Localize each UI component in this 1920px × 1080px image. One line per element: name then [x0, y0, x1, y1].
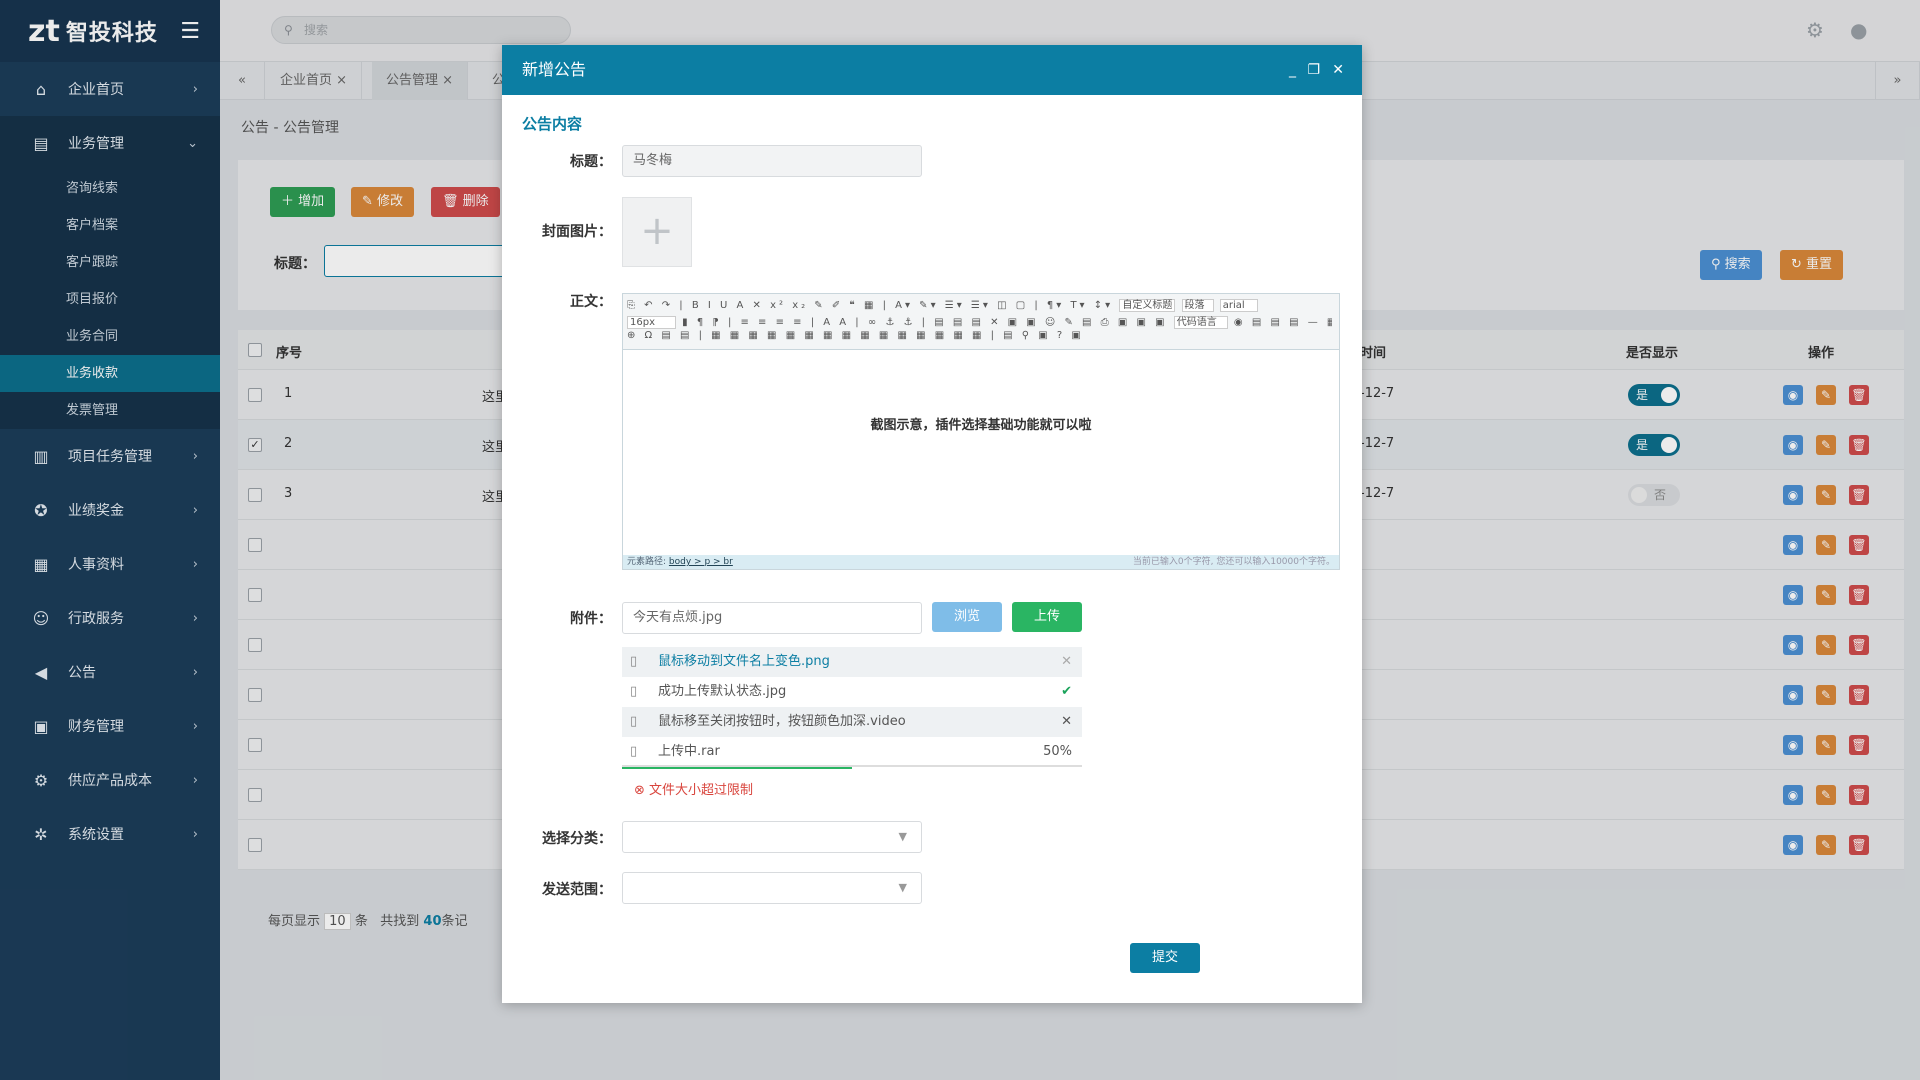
close-icon[interactable]: ✕	[1061, 707, 1072, 737]
upload-button[interactable]: 上传	[1012, 602, 1082, 632]
font-size-select[interactable]: 16px	[627, 316, 676, 329]
editor-toolbar-row[interactable]: ⎘ ↶ ↷ | B I U A ✕ x² x₂ ✎ ✐ ❝ ▦ | A▾ ✎▾ …	[627, 296, 1332, 312]
rich-text-editor[interactable]: ⎘ ↶ ↷ | B I U A ✕ x² x₂ ✎ ✐ ❝ ▦ | A▾ ✎▾ …	[622, 293, 1340, 570]
caret-down-icon: ▼	[898, 830, 907, 843]
editor-toolbar-row[interactable]: ⊕ Ω ▤ ▤ | ▦ ▦ ▦ ▦ ▦ ▦ ▦ ▦ ▦ ▦ ▦ ▦ ▦ ▦ ▦ …	[627, 330, 1332, 346]
minimize-icon[interactable]: _	[1289, 45, 1296, 95]
file-item[interactable]: ▯ 鼠标移至关闭按钮时，按钮颜色加深.video ✕	[622, 707, 1082, 737]
browse-button[interactable]: 浏览	[932, 602, 1002, 632]
upload-error: ⊗ 文件大小超过限制	[634, 779, 753, 798]
file-item[interactable]: ▯ 成功上传默认状态.jpg ✔	[622, 677, 1082, 707]
font-select[interactable]: arial	[1219, 299, 1258, 312]
error-icon: ⊗	[634, 783, 645, 798]
category-label: 选择分类：	[542, 831, 612, 847]
category-select[interactable]: ▼	[622, 821, 922, 853]
cover-label: 封面图片：	[542, 224, 612, 240]
file-icon: ▯	[630, 684, 638, 699]
heading-select[interactable]: 自定义标题	[1119, 299, 1176, 312]
close-icon[interactable]: ✕	[1061, 647, 1072, 677]
file-name: 上传中.rar	[658, 744, 720, 759]
error-text: 文件大小超过限制	[649, 783, 754, 798]
editor-toolbar: ⎘ ↶ ↷ | B I U A ✕ x² x₂ ✎ ✐ ❝ ▦ | A▾ ✎▾ …	[623, 294, 1339, 350]
maximize-icon[interactable]: ❐	[1307, 45, 1320, 95]
plus-icon: +	[640, 208, 674, 254]
scope-select[interactable]: ▼	[622, 872, 922, 904]
body-label: 正文：	[570, 294, 612, 310]
section-title: 公告内容	[522, 115, 583, 133]
file-icon: ▯	[630, 654, 638, 669]
modal-header: 新增公告 _ ❐ ✕	[502, 45, 1362, 95]
upload-progress-bar	[622, 767, 852, 769]
editor-statusbar: 元素路径: body > p > br 当前已输入0个字符, 您还可以输入100…	[623, 555, 1339, 569]
editor-path-label: 元素路径:	[627, 557, 667, 567]
file-icon: ▯	[630, 744, 638, 759]
add-notice-modal: 新增公告 _ ❐ ✕ 公告内容 标题： 马冬梅 封面图片： + 正文： ⎘ ↶ …	[502, 45, 1362, 1003]
attachment-label: 附件：	[570, 611, 612, 627]
file-name[interactable]: 鼠标移至关闭按钮时，按钮颜色加深.video	[658, 714, 906, 729]
close-icon[interactable]: ✕	[1332, 45, 1344, 95]
file-name[interactable]: 成功上传默认状态.jpg	[658, 684, 786, 699]
title-input[interactable]: 马冬梅	[622, 145, 922, 177]
attachment-input[interactable]: 今天有点烦.jpg	[622, 602, 922, 634]
paragraph-select[interactable]: 段落	[1181, 299, 1214, 312]
file-icon: ▯	[630, 714, 638, 729]
editor-char-count: 当前已输入0个字符, 您还可以输入10000个字符。	[1132, 557, 1335, 567]
cover-upload-button[interactable]: +	[622, 197, 692, 267]
check-circle-icon: ✔	[1061, 684, 1072, 699]
title-label: 标题：	[570, 154, 612, 170]
file-item-uploading: ▯ 上传中.rar 50%	[622, 737, 1082, 767]
file-name[interactable]: 鼠标移动到文件名上变色.png	[658, 654, 830, 669]
file-item[interactable]: ▯ 鼠标移动到文件名上变色.png ✕	[622, 647, 1082, 677]
editor-path[interactable]: body > p > br	[669, 557, 733, 567]
editor-content: 截图示意，插件选择基础功能就可以啦	[870, 418, 1092, 433]
editor-toolbar-row[interactable]: 16px ▮ ¶ ⁋ | ≡ ≡ ≡ ≡ | A A | ∞ ⚓ ⚓ | ▤ ▤…	[627, 313, 1332, 329]
modal-title: 新增公告	[522, 60, 587, 79]
scope-label: 发送范围：	[542, 882, 612, 898]
submit-button[interactable]: 提交	[1130, 943, 1200, 973]
caret-down-icon: ▼	[898, 881, 907, 894]
upload-progress-text: 50%	[1043, 744, 1072, 759]
code-lang-select[interactable]: 代码语言	[1173, 316, 1228, 329]
